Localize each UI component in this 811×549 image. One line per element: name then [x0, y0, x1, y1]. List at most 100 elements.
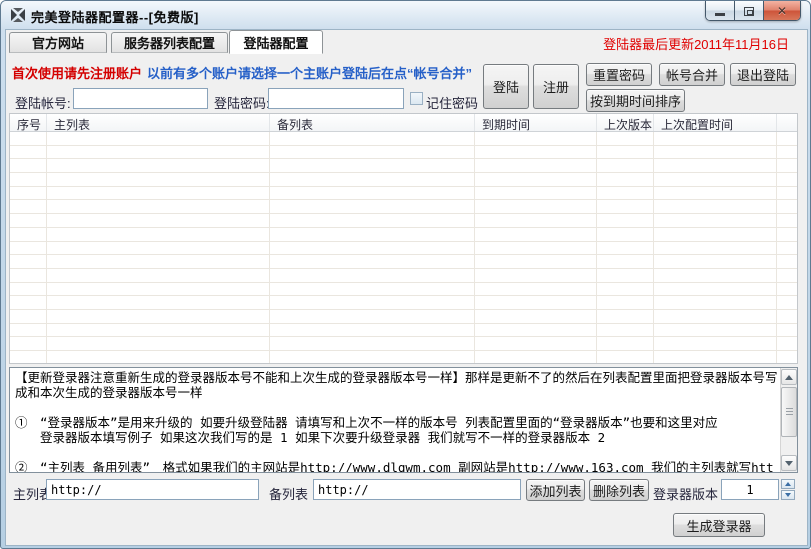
table-row[interactable]	[10, 228, 797, 242]
table-cell	[10, 173, 47, 186]
table-row[interactable]	[10, 173, 797, 187]
table-cell	[47, 214, 270, 227]
table-cell	[270, 283, 475, 296]
title-bar[interactable]: 完美登陆器配置器--[免费版] ✕	[1, 1, 810, 29]
register-button[interactable]: 注册	[533, 64, 579, 109]
password-input[interactable]	[268, 88, 404, 109]
table-cell	[10, 255, 47, 268]
table-cell	[10, 187, 47, 200]
launcher-list-table: 序号 主列表 备列表 到期时间 上次版本 上次配置时间	[9, 113, 798, 364]
column-header-backup-list[interactable]: 备列表	[270, 114, 475, 131]
table-row[interactable]	[10, 255, 797, 269]
last-update-notice: 登陆器最后更新2011年11月16日	[549, 34, 789, 53]
column-header-index[interactable]: 序号	[10, 114, 47, 131]
table-cell	[10, 269, 47, 282]
backup-list-input[interactable]	[313, 479, 521, 500]
table-cell	[597, 337, 654, 350]
table-cell-filler	[777, 200, 797, 213]
help-line: ① “登录器版本”是用来升级的 如要升级登陆器 请填写和上次不一样的版本号 列表…	[15, 415, 778, 430]
scroll-down-button[interactable]	[781, 455, 797, 471]
table-row[interactable]	[10, 337, 797, 351]
arrow-up-icon	[785, 375, 793, 380]
version-spin-down-button[interactable]	[781, 490, 795, 500]
help-text[interactable]: 【更新登录器注意重新生成的登录器版本号不能和上次生成的登录器版本号一样】那样是更…	[10, 368, 780, 472]
table-cell	[270, 269, 475, 282]
reset-password-button[interactable]: 重置密码	[586, 63, 652, 86]
help-line	[15, 400, 778, 415]
table-cell	[47, 146, 270, 159]
table-cell	[654, 296, 777, 309]
table-cell	[10, 351, 47, 363]
tab-official-site[interactable]: 官方网站	[9, 32, 107, 53]
column-header-main-list[interactable]: 主列表	[47, 114, 270, 131]
column-header-filler	[777, 114, 797, 131]
table-row[interactable]	[10, 132, 797, 146]
table-row[interactable]	[10, 200, 797, 214]
table-row[interactable]	[10, 351, 797, 363]
remember-password-checkbox[interactable]	[410, 92, 423, 105]
login-button[interactable]: 登陆	[483, 64, 529, 109]
table-cell	[597, 242, 654, 255]
column-header-last-version[interactable]: 上次版本	[597, 114, 654, 131]
table-cell	[475, 283, 597, 296]
maximize-button[interactable]	[735, 1, 764, 21]
table-cell	[47, 337, 270, 350]
table-cell	[475, 200, 597, 213]
table-row[interactable]	[10, 310, 797, 324]
table-body[interactable]	[10, 132, 797, 363]
table-row[interactable]	[10, 159, 797, 173]
launcher-version-label: 登录器版本	[653, 484, 718, 503]
tab-server-list-config[interactable]: 服务器列表配置	[111, 32, 228, 53]
merge-account-button[interactable]: 帐号合并	[659, 63, 725, 86]
column-header-expiry[interactable]: 到期时间	[475, 114, 597, 131]
scroll-up-button[interactable]	[781, 369, 797, 385]
minimize-button[interactable]	[706, 1, 735, 21]
account-input[interactable]	[73, 88, 208, 109]
table-row[interactable]	[10, 324, 797, 338]
minimize-icon	[715, 13, 725, 16]
table-row[interactable]	[10, 296, 797, 310]
table-cell	[654, 255, 777, 268]
table-cell	[597, 146, 654, 159]
table-cell	[475, 296, 597, 309]
table-row[interactable]	[10, 283, 797, 297]
table-cell-filler	[777, 283, 797, 296]
table-cell-filler	[777, 255, 797, 268]
add-list-button[interactable]: 添加列表	[526, 479, 585, 501]
table-row[interactable]	[10, 269, 797, 283]
table-cell	[10, 159, 47, 172]
main-list-input[interactable]	[46, 479, 259, 500]
table-cell	[270, 200, 475, 213]
scroll-thumb[interactable]	[781, 387, 797, 437]
sort-by-expiry-button[interactable]: 按到期时间排序	[586, 89, 685, 112]
tab-launcher-config[interactable]: 登陆器配置	[229, 30, 323, 54]
generate-launcher-button[interactable]: 生成登录器	[673, 513, 765, 537]
window-title: 完美登陆器配置器--[免费版]	[31, 7, 199, 26]
table-cell	[475, 159, 597, 172]
logout-button[interactable]: 退出登陆	[730, 63, 796, 86]
column-header-last-config-time[interactable]: 上次配置时间	[654, 114, 777, 131]
table-row[interactable]	[10, 214, 797, 228]
table-cell	[597, 283, 654, 296]
table-cell	[270, 132, 475, 145]
table-cell-filler	[777, 187, 797, 200]
help-scrollbar[interactable]	[780, 368, 797, 472]
table-cell	[270, 296, 475, 309]
window-controls: ✕	[705, 1, 801, 21]
table-cell	[654, 132, 777, 145]
register-first-notice: 首次使用请先注册账户	[12, 63, 142, 82]
table-row[interactable]	[10, 187, 797, 201]
account-label: 登陆帐号:	[15, 93, 71, 112]
close-button[interactable]: ✕	[764, 1, 800, 21]
table-cell	[10, 283, 47, 296]
version-spin-up-button[interactable]	[781, 479, 795, 489]
table-row[interactable]	[10, 146, 797, 160]
launcher-version-input[interactable]	[721, 479, 779, 500]
table-cell	[47, 310, 270, 323]
table-cell	[270, 228, 475, 241]
table-cell	[47, 269, 270, 282]
delete-list-button[interactable]: 删除列表	[589, 479, 649, 501]
table-row[interactable]	[10, 242, 797, 256]
table-cell	[597, 214, 654, 227]
help-box: 【更新登录器注意重新生成的登录器版本号不能和上次生成的登录器版本号一样】那样是更…	[9, 367, 798, 473]
